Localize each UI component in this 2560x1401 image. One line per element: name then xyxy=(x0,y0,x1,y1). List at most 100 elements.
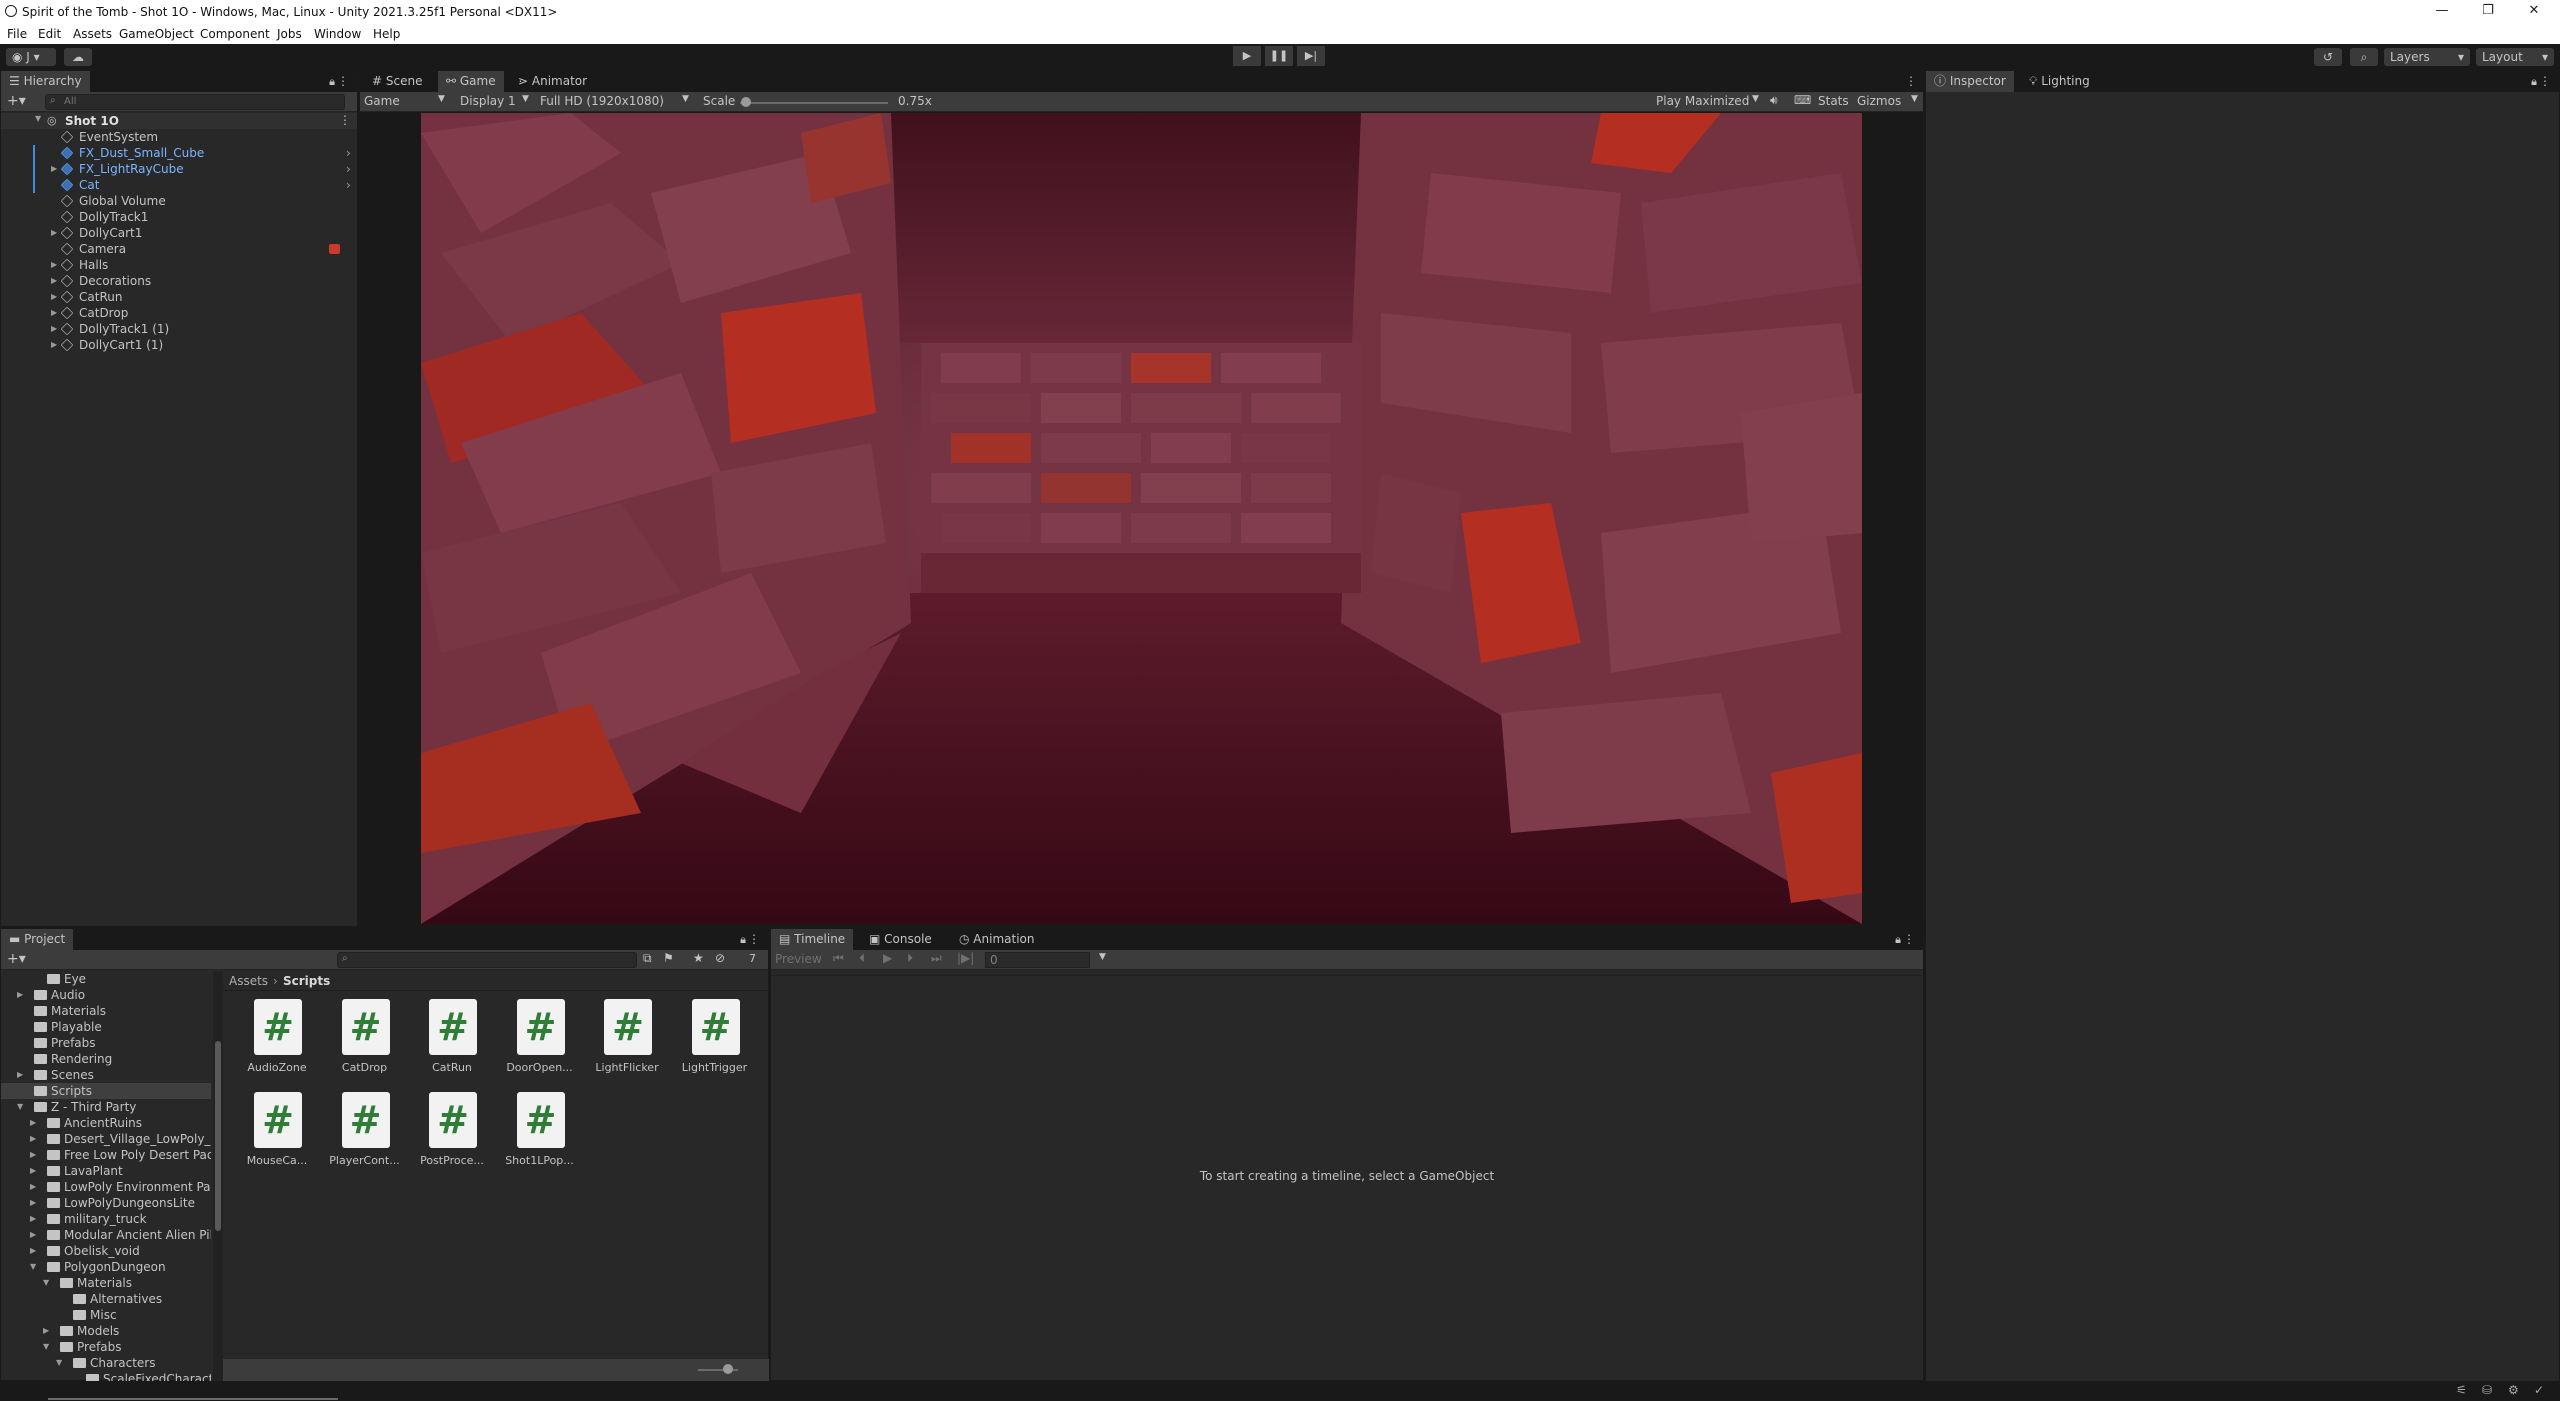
project-folder-item[interactable]: ▶ Audio xyxy=(1,987,211,1003)
collapse-arrow-icon[interactable]: ▼ xyxy=(43,1339,49,1355)
script-asset[interactable]: # PostProce... xyxy=(412,1092,492,1184)
hierarchy-item[interactable]: Cat › xyxy=(1,177,356,193)
preview-button[interactable]: Preview xyxy=(775,952,822,966)
expand-arrow-icon[interactable]: ▶ xyxy=(43,1323,49,1339)
breadcrumb-scripts[interactable]: Scripts xyxy=(283,974,330,988)
game-mode-dropdown[interactable]: Game xyxy=(364,94,400,108)
project-folder-item[interactable]: ▶ Modular Ancient Alien Pilla xyxy=(1,1227,211,1243)
collapse-arrow-icon[interactable]: ▼ xyxy=(17,1099,23,1115)
search-button[interactable]: ⌕ xyxy=(2350,48,2378,66)
script-asset[interactable]: # CatRun xyxy=(412,999,492,1091)
script-asset[interactable]: # PlayerCont... xyxy=(325,1092,405,1184)
expand-arrow-icon[interactable]: ▶ xyxy=(51,257,57,273)
project-folder-item[interactable]: ScaleFixedCharact xyxy=(1,1371,211,1381)
search-by-label-icon[interactable]: ⚑ xyxy=(663,951,674,965)
project-folder-item[interactable]: Rendering xyxy=(1,1051,211,1067)
tree-scrollbar[interactable] xyxy=(213,971,223,1381)
menu-jobs[interactable]: Jobs xyxy=(277,27,302,41)
project-folder-item[interactable]: ▼ PolygonDungeon xyxy=(1,1259,211,1275)
tab-animator[interactable]: ⋗ Animator xyxy=(510,71,595,92)
expand-arrow-icon[interactable]: ▶ xyxy=(30,1115,36,1131)
project-folder-item[interactable]: ▶ AncientRuins xyxy=(1,1115,211,1131)
restore-button[interactable]: ❐ xyxy=(2466,0,2510,24)
lock-icon[interactable]: 🔒︎ xyxy=(1895,933,1901,947)
tab-scene[interactable]: # Scene xyxy=(364,71,430,92)
open-prefab-icon[interactable]: › xyxy=(346,161,351,177)
more-options-icon[interactable]: ⋮ xyxy=(2539,74,2551,88)
hierarchy-item[interactable]: ▶ DollyCart1 xyxy=(1,225,356,241)
expand-arrow-icon[interactable]: ▶ xyxy=(17,987,23,1003)
hierarchy-item[interactable]: ▶ FX_LightRayCube › xyxy=(1,161,356,177)
hierarchy-item[interactable]: Camera xyxy=(1,241,356,257)
play-icon[interactable]: ▶ xyxy=(883,951,892,965)
menu-component[interactable]: Component xyxy=(200,27,270,41)
project-folder-item[interactable]: ▶ LowPolyDungeonsLite xyxy=(1,1195,211,1211)
cache-server-icon[interactable]: ⛁ xyxy=(2482,1383,2492,1397)
project-folder-item[interactable]: ▶ LavaPlant xyxy=(1,1163,211,1179)
hierarchy-item[interactable]: Global Volume xyxy=(1,193,356,209)
project-folder-item[interactable]: Misc xyxy=(1,1307,211,1323)
collapse-arrow-icon[interactable]: ▼ xyxy=(56,1355,62,1371)
more-options-icon[interactable]: ⋮ xyxy=(1903,932,1915,946)
expand-arrow-icon[interactable]: ▶ xyxy=(51,321,57,337)
network-icon[interactable]: ⚟ xyxy=(2456,1383,2467,1397)
hierarchy-item[interactable]: DollyTrack1 xyxy=(1,209,356,225)
project-folder-item[interactable]: ▶ military_truck xyxy=(1,1211,211,1227)
frame-input[interactable]: 0 xyxy=(985,952,1090,968)
tab-timeline[interactable]: ▤ Timeline xyxy=(771,929,854,950)
expand-arrow-icon[interactable]: ▶ xyxy=(30,1227,36,1243)
hierarchy-item[interactable]: ▶ Halls xyxy=(1,257,356,273)
lock-icon[interactable]: 🔒︎ xyxy=(740,933,746,947)
hierarchy-item[interactable]: EventSystem xyxy=(1,129,356,145)
project-folder-item[interactable]: ▶ Desert_Village_LowPoly_H xyxy=(1,1131,211,1147)
hierarchy-item[interactable]: ▶ Decorations xyxy=(1,273,356,289)
next-frame-icon[interactable]: ⏵ xyxy=(907,951,913,966)
search-by-type-icon[interactable]: ⧉ xyxy=(643,951,652,966)
script-asset[interactable]: # DoorOpen... xyxy=(500,999,580,1091)
scale-slider[interactable] xyxy=(740,102,888,104)
project-folder-item[interactable]: Eye xyxy=(1,971,211,987)
favorite-star-icon[interactable]: ★ xyxy=(693,951,704,965)
minimize-button[interactable]: — xyxy=(2420,0,2464,24)
cloud-button[interactable]: ☁ xyxy=(64,48,92,66)
previous-frame-icon[interactable]: ⏴ xyxy=(859,951,865,966)
layout-dropdown[interactable]: Layout ▾ xyxy=(2476,48,2554,66)
lock-icon[interactable]: 🔒︎ xyxy=(329,75,335,89)
stats-button[interactable]: Stats xyxy=(1818,94,1849,108)
create-button[interactable]: +▾ xyxy=(7,951,26,967)
expand-arrow-icon[interactable]: ▶ xyxy=(30,1195,36,1211)
undo-history-button[interactable]: ↺ xyxy=(2314,48,2342,66)
expand-arrow-icon[interactable]: ▶ xyxy=(51,289,57,305)
layers-dropdown[interactable]: Layers ▾ xyxy=(2384,48,2470,66)
expand-arrow-icon[interactable]: ▶ xyxy=(51,305,57,321)
project-folder-item[interactable]: Scripts xyxy=(1,1083,211,1099)
collapse-arrow-icon[interactable]: ▼ xyxy=(30,1259,36,1275)
hierarchy-item[interactable]: ▶ CatRun xyxy=(1,289,356,305)
script-asset[interactable]: # Shot1LPop... xyxy=(500,1092,580,1184)
chevron-down-icon[interactable]: ▼ xyxy=(1099,952,1106,962)
hidden-packages-icon[interactable]: ⊘ xyxy=(715,951,725,965)
tab-inspector[interactable]: ⓘ Inspector xyxy=(1926,71,2014,92)
script-asset[interactable]: # CatDrop xyxy=(325,999,405,1091)
go-to-start-icon[interactable]: ⏮ xyxy=(833,951,844,966)
tree-scrollbar-thumb[interactable] xyxy=(215,1041,221,1231)
tab-hierarchy[interactable]: ☰ Hierarchy xyxy=(1,71,90,92)
tab-console[interactable]: ▣ Console xyxy=(861,929,940,950)
script-asset[interactable]: # AudioZone xyxy=(237,999,317,1091)
hierarchy-item[interactable]: ▶ CatDrop xyxy=(1,305,356,321)
menu-file[interactable]: File xyxy=(7,27,27,41)
expand-arrow-icon[interactable]: ▶ xyxy=(30,1131,36,1147)
gpu-icon[interactable]: ⚙ xyxy=(2508,1383,2519,1397)
checkmark-icon[interactable]: ✓ xyxy=(2534,1383,2544,1397)
more-options-icon[interactable]: ⋮ xyxy=(1905,74,1917,88)
scale-slider-handle[interactable] xyxy=(741,97,751,107)
breadcrumb-assets[interactable]: Assets xyxy=(229,974,268,988)
menu-help[interactable]: Help xyxy=(373,27,400,41)
expand-arrow-icon[interactable]: ▶ xyxy=(30,1163,36,1179)
display-dropdown[interactable]: Display 1 xyxy=(460,94,516,108)
menu-window[interactable]: Window xyxy=(314,27,361,41)
hierarchy-item[interactable]: FX_Dust_Small_Cube › xyxy=(1,145,356,161)
expand-arrow-icon[interactable]: ▶ xyxy=(30,1147,36,1163)
project-folder-item[interactable]: ▶ Free Low Poly Desert Pacl xyxy=(1,1147,211,1163)
project-folder-item[interactable]: Materials xyxy=(1,1003,211,1019)
